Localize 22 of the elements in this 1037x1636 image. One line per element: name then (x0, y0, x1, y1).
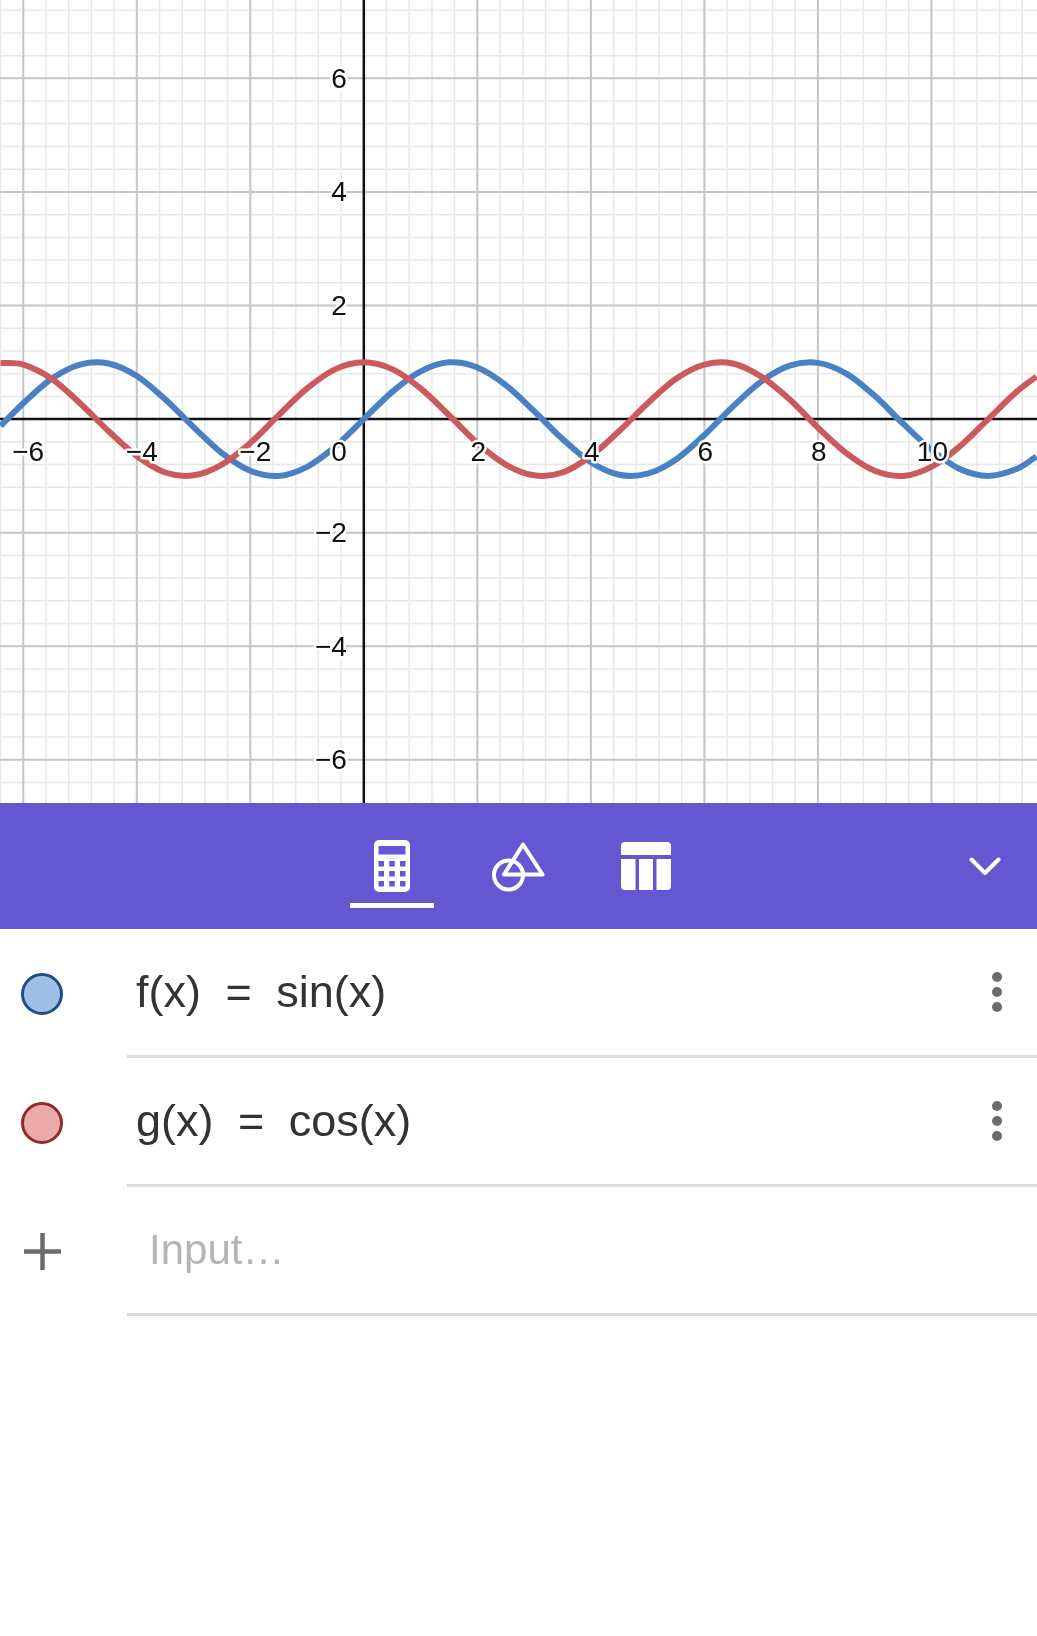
x-tick-label: −2 (239, 435, 272, 467)
expression-text: g(x) = cos(x) (136, 1095, 412, 1147)
y-tick-label: −2 (314, 517, 347, 549)
x-tick-label: 6 (697, 435, 714, 467)
y-tick-label: 2 (331, 290, 347, 322)
shapes-icon (492, 840, 545, 892)
more-vert-icon (992, 972, 1002, 1012)
input-field[interactable]: Input… (127, 1187, 1037, 1316)
expression-text: f(x) = sin(x) (136, 966, 387, 1018)
chevron-down-icon (969, 856, 1001, 876)
y-tick-label: 6 (331, 62, 347, 94)
visibility-dot-icon[interactable] (21, 1101, 63, 1144)
calculator-icon (373, 840, 410, 892)
visibility-dot-icon[interactable] (21, 972, 63, 1015)
y-tick-label: −4 (314, 630, 347, 662)
plus-icon[interactable] (24, 1233, 61, 1270)
y-tick-label: −6 (314, 744, 347, 776)
x-tick-label: −6 (12, 435, 45, 467)
y-tick-label: 4 (331, 176, 347, 208)
more-vert-icon (992, 1101, 1002, 1141)
x-tick-label: 8 (811, 435, 827, 467)
table-icon (620, 842, 671, 890)
